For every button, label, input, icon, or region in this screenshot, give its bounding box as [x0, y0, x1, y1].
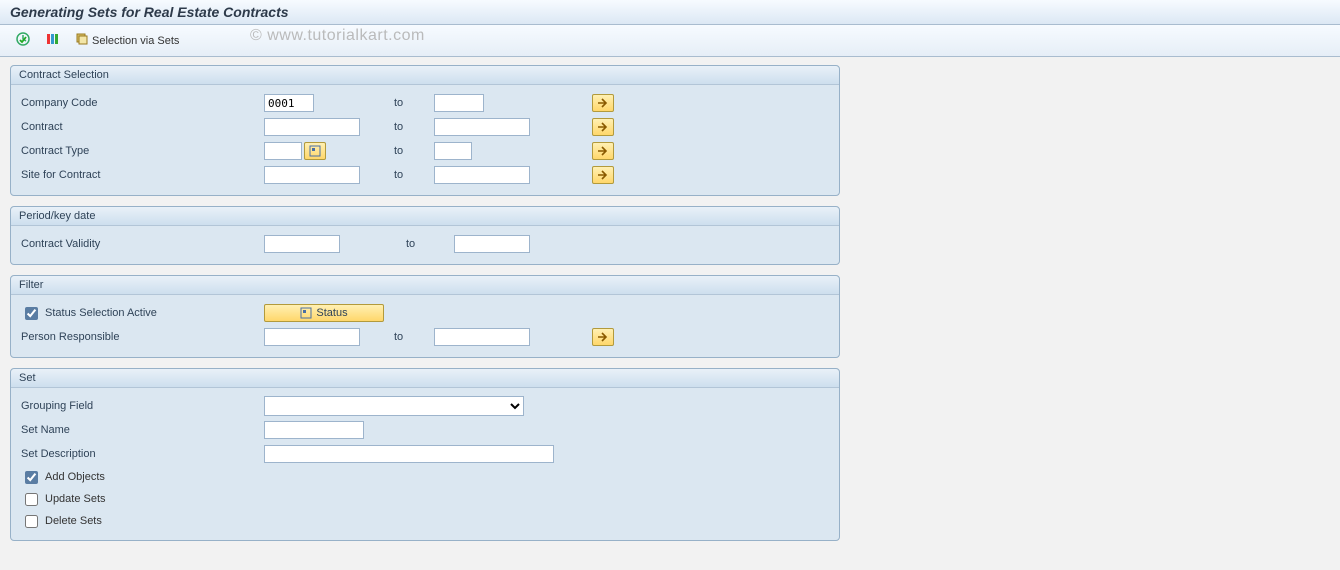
execute-button[interactable]	[10, 28, 36, 53]
multiple-selection-button[interactable]	[592, 328, 614, 346]
to-label: to	[394, 238, 454, 250]
to-label: to	[394, 97, 434, 109]
contract-from-input[interactable]	[264, 118, 360, 136]
label-grouping-field: Grouping Field	[19, 400, 264, 412]
group-contract-selection: Contract Selection Company Code to Contr…	[10, 65, 840, 196]
label-site: Site for Contract	[19, 169, 264, 181]
search-help-icon	[300, 307, 312, 319]
set-description-input[interactable]	[264, 445, 554, 463]
multiple-selection-button[interactable]	[592, 142, 614, 160]
label-company-code: Company Code	[19, 97, 264, 109]
company-code-from-input[interactable]	[264, 94, 314, 112]
group-header: Contract Selection	[11, 66, 839, 85]
label-status-selection-active: Status Selection Active	[45, 307, 157, 319]
page-title: Generating Sets for Real Estate Contract…	[10, 4, 1330, 20]
variants-button[interactable]	[40, 28, 66, 53]
contract-type-to-input[interactable]	[434, 142, 472, 160]
person-to-input[interactable]	[434, 328, 530, 346]
title-bar: Generating Sets for Real Estate Contract…	[0, 0, 1340, 25]
delete-sets-checkbox[interactable]	[25, 515, 38, 528]
label-person-responsible: Person Responsible	[19, 331, 264, 343]
multiple-selection-button[interactable]	[592, 166, 614, 184]
to-label: to	[394, 169, 434, 181]
group-header: Filter	[11, 276, 839, 295]
group-filter: Filter Status Selection Active Status Pe…	[10, 275, 840, 358]
person-from-input[interactable]	[264, 328, 360, 346]
group-header: Period/key date	[11, 207, 839, 226]
label-set-description: Set Description	[19, 448, 264, 460]
company-code-to-input[interactable]	[434, 94, 484, 112]
selection-via-sets-button[interactable]: Selection via Sets	[70, 29, 184, 52]
label-add-objects: Add Objects	[45, 471, 105, 483]
arrow-right-icon	[597, 332, 609, 342]
contract-type-from-input[interactable]	[264, 142, 302, 160]
validity-from-input[interactable]	[264, 235, 340, 253]
application-toolbar: Selection via Sets © www.tutorialkart.co…	[0, 25, 1340, 57]
label-contract-validity: Contract Validity	[19, 238, 264, 250]
update-sets-checkbox[interactable]	[25, 493, 38, 506]
label-contract: Contract	[19, 121, 264, 133]
arrow-right-icon	[597, 170, 609, 180]
status-selection-active-checkbox[interactable]	[25, 307, 38, 320]
set-name-input[interactable]	[264, 421, 364, 439]
search-help-button[interactable]	[304, 142, 326, 160]
label-contract-type: Contract Type	[19, 145, 264, 157]
to-label: to	[394, 121, 434, 133]
to-label: to	[394, 145, 434, 157]
grouping-field-select[interactable]	[264, 396, 524, 416]
content-area: Contract Selection Company Code to Contr…	[0, 57, 1340, 559]
group-set: Set Grouping Field Set Name Set Descript…	[10, 368, 840, 541]
contract-to-input[interactable]	[434, 118, 530, 136]
multiple-selection-button[interactable]	[592, 118, 614, 136]
status-button-label: Status	[316, 307, 347, 319]
group-header: Set	[11, 369, 839, 388]
site-to-input[interactable]	[434, 166, 530, 184]
arrow-right-icon	[597, 122, 609, 132]
status-button[interactable]: Status	[264, 304, 384, 322]
group-period: Period/key date Contract Validity to	[10, 206, 840, 265]
add-objects-checkbox[interactable]	[25, 471, 38, 484]
validity-to-input[interactable]	[454, 235, 530, 253]
arrow-right-icon	[597, 146, 609, 156]
multiple-selection-button[interactable]	[592, 94, 614, 112]
clock-check-icon	[15, 31, 31, 50]
site-from-input[interactable]	[264, 166, 360, 184]
label-delete-sets: Delete Sets	[45, 515, 102, 527]
search-help-icon	[309, 145, 321, 157]
watermark: © www.tutorialkart.com	[250, 27, 425, 45]
selection-via-sets-label: Selection via Sets	[92, 35, 179, 47]
stack-icon	[75, 32, 89, 49]
to-label: to	[394, 331, 434, 343]
label-update-sets: Update Sets	[45, 493, 106, 505]
label-set-name: Set Name	[19, 424, 264, 436]
bars-colored-icon	[45, 31, 61, 50]
arrow-right-icon	[597, 98, 609, 108]
